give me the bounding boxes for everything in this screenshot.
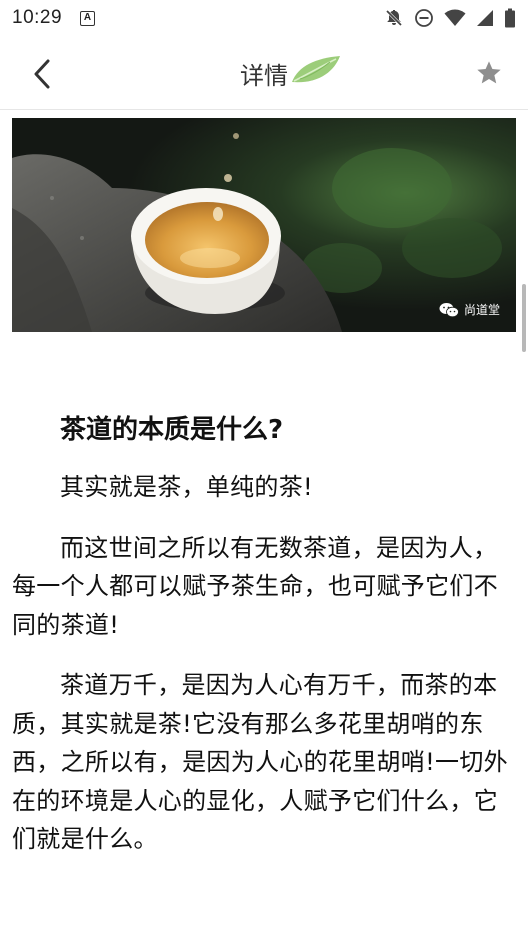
article-body: 茶道的本质是什么? 其实就是茶，单纯的茶! 而这世间之所以有无数茶道，是因为人，… bbox=[12, 404, 516, 859]
do-not-disturb-icon bbox=[415, 9, 433, 27]
favorite-button[interactable] bbox=[472, 56, 506, 90]
tea-cup-image: 尚道堂 bbox=[12, 118, 516, 332]
app-header: 详情 bbox=[0, 36, 528, 110]
article-paragraph: 而这世间之所以有无数茶道，是因为人，每一个人都可以赋予茶生命，也可赋予它们不同的… bbox=[12, 533, 498, 639]
page-title: 详情 bbox=[240, 56, 340, 91]
wifi-icon bbox=[444, 9, 466, 26]
status-time: 10:29 bbox=[12, 7, 63, 28]
cell-signal-icon bbox=[477, 10, 493, 26]
article-heading: 茶道的本质是什么? bbox=[60, 415, 284, 445]
watermark-text: 尚道堂 bbox=[463, 303, 500, 317]
article-paragraph: 其实就是茶，单纯的茶! bbox=[60, 473, 313, 501]
status-bar: 10:29 A bbox=[0, 0, 528, 36]
battery-icon bbox=[505, 8, 515, 28]
leaf-icon bbox=[292, 56, 340, 83]
scrollbar[interactable] bbox=[522, 284, 526, 352]
wechat-icon bbox=[439, 302, 459, 317]
notifications-off-icon bbox=[385, 9, 403, 27]
tea-cup-illustration bbox=[12, 118, 516, 332]
notification-app-icon: A bbox=[80, 10, 96, 26]
watermark: 尚道堂 bbox=[439, 301, 500, 318]
page-title-text: 详情 bbox=[240, 62, 288, 90]
article-paragraph: 茶道万千，是因为人心有万千，而茶的本质，其实就是茶!它没有那么多花里胡哨的东西，… bbox=[12, 671, 508, 853]
status-icons bbox=[384, 8, 516, 28]
star-icon bbox=[477, 61, 501, 84]
